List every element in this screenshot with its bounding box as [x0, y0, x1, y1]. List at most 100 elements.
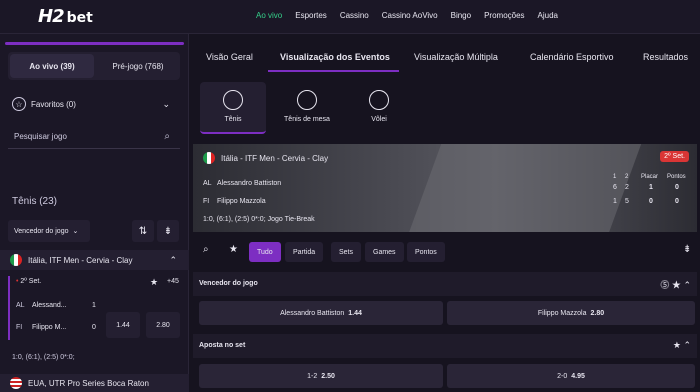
menu-ajuda[interactable]: Ajuda	[538, 11, 558, 20]
filter-games[interactable]: Games	[365, 242, 404, 262]
set-header: 1	[613, 174, 617, 180]
star-icon[interactable]: ★	[673, 340, 681, 350]
search-icon[interactable]: ⌕	[203, 244, 209, 255]
scoreboard-row: AL Alessandro Battiston	[203, 180, 281, 187]
scoreboard-title-text: Itália - ITF Men - Cervia - Clay	[221, 153, 329, 163]
logo-text-main: H2	[38, 6, 65, 27]
favorites-row[interactable]: ☆ Favoritos (0) ⌄	[8, 92, 180, 116]
league-header[interactable]: Itália, ITF Men - Cervia - Clay ⌃	[0, 250, 189, 270]
market-header[interactable]: Aposta no set ★ ⌃	[193, 334, 697, 358]
player-code: FI	[16, 324, 23, 331]
usa-flag-icon	[10, 377, 22, 389]
league-header[interactable]: EUA, UTR Pro Series Boca Raton	[0, 374, 189, 392]
tab-visao-geral[interactable]: Visão Geral	[206, 52, 253, 62]
set-badge: 2º Set.	[660, 151, 689, 162]
tab-visualizacao-multipla[interactable]: Visualização Múltipla	[414, 52, 498, 62]
set-score: 5	[625, 198, 629, 205]
event-status-text: 2º Set.	[20, 278, 42, 285]
odd-label: Filippo Mazzola	[537, 309, 587, 317]
filter-pontos[interactable]: Pontos	[407, 242, 445, 262]
odd-button[interactable]: 1-2 2.50	[199, 364, 443, 388]
favorite-star-icon[interactable]: ★	[150, 277, 158, 288]
view-tabs: Visão Geral Visualização dos Eventos Vis…	[190, 44, 700, 72]
collapse-icon[interactable]: ⇟	[683, 244, 691, 255]
market-select[interactable]: Vencedor do jogo ⌄	[8, 220, 90, 242]
menu-ao-vivo[interactable]: Ao vivo	[256, 11, 282, 20]
search-placeholder: Pesquisar jogo	[14, 132, 67, 141]
sport-table-tennis[interactable]: Tênis de mesa	[274, 82, 340, 134]
cashout-icon[interactable]: ⓹	[660, 280, 669, 290]
filter-tudo[interactable]: Tudo	[249, 242, 281, 262]
menu-esportes[interactable]: Esportes	[295, 11, 327, 20]
live-tab[interactable]: Ao vivo (39)	[10, 54, 94, 78]
filter-sets[interactable]: Sets	[331, 242, 362, 262]
italy-flag-icon	[10, 254, 22, 266]
player-code: AL	[203, 180, 212, 187]
set-score: 2	[625, 184, 629, 191]
menu-cassino-aovivo[interactable]: Cassino AoVivo	[382, 11, 438, 20]
odd-button-p2[interactable]: 2.80	[146, 312, 180, 338]
filter-partida[interactable]: Partida	[285, 242, 324, 262]
event-status: • 2º Set.	[16, 278, 42, 285]
player-score: 0	[92, 324, 96, 331]
market-filter-bar: ⌕ ★ Tudo Partida Sets Games Pontos ⇟	[193, 240, 697, 264]
tab-calendario[interactable]: Calendário Esportivo	[530, 52, 614, 62]
odd-button[interactable]: Filippo Mazzola 2.80	[447, 301, 695, 325]
live-prematch-toggle: Ao vivo (39) Pré-jogo (768)	[8, 52, 180, 80]
market-actions: ⓹ ★ ⌃	[660, 278, 691, 291]
collapse-icon[interactable]: ⇟	[157, 220, 179, 242]
chevron-up-icon[interactable]: ⌃	[169, 255, 177, 266]
sort-icon[interactable]: ⇅	[132, 220, 154, 242]
star-icon[interactable]: ★	[672, 280, 681, 290]
prematch-tab[interactable]: Pré-jogo (768)	[96, 52, 180, 80]
main-menu: Ao vivo Esportes Cassino Cassino AoVivo …	[256, 11, 571, 20]
odd-button[interactable]: Alessandro Battiston 1.44	[199, 301, 443, 325]
market-title: Aposta no set	[199, 342, 246, 349]
odd-button[interactable]: 2-0 4.95	[447, 364, 695, 388]
chevron-up-icon[interactable]: ⌃	[683, 340, 691, 350]
scoreboard-info: 1:0, (6:1), (2:5) 0*:0; Jogo Tie-Break	[203, 216, 315, 223]
star-icon[interactable]: ★	[229, 244, 238, 255]
event-scoreboard: Itália - ITF Men - Cervia - Clay 2º Set.…	[193, 144, 697, 232]
chevron-up-icon[interactable]: ⌃	[683, 280, 691, 290]
court-background	[397, 144, 649, 232]
scoreboard-row: FI Filippo Mazzola	[203, 198, 266, 205]
italy-flag-icon	[203, 152, 215, 164]
player-name: Filippo Mazzola	[217, 198, 266, 205]
tab-resultados[interactable]: Resultados	[643, 52, 688, 62]
menu-bingo[interactable]: Bingo	[451, 11, 471, 20]
market-header[interactable]: Vencedor do jogo ⓹ ★ ⌃	[193, 272, 697, 296]
brand-logo[interactable]: H2 bet	[38, 6, 93, 27]
top-navbar: H2 bet Ao vivo Esportes Cassino Cassino A…	[0, 0, 700, 34]
tennis-ball-icon	[223, 90, 243, 110]
chevron-down-icon[interactable]: ⌄	[162, 99, 170, 110]
player-code: AL	[16, 302, 25, 309]
search-icon[interactable]: ⌕	[164, 131, 170, 142]
odd-label: Alessandro Battiston	[280, 309, 345, 317]
more-markets-count[interactable]: +45	[167, 278, 179, 285]
odd-button-p1[interactable]: 1.44	[106, 312, 140, 338]
event-score-line: 1:0, (6:1), (2:5) 0*:0;	[12, 354, 75, 361]
market-actions: ★ ⌃	[673, 340, 691, 351]
event-card[interactable]: • 2º Set. ★ +45 AL Alessand... 1 FI Fili…	[8, 276, 184, 340]
player-name: Alessandro Battiston	[217, 180, 282, 187]
menu-cassino[interactable]: Cassino	[340, 11, 369, 20]
search-input[interactable]: Pesquisar jogo ⌕	[8, 125, 180, 149]
sport-title: Tênis (23)	[12, 196, 58, 207]
player-name: Alessand...	[32, 302, 67, 309]
sport-volleyball[interactable]: Vôlei	[346, 82, 412, 134]
player-row: FI Filippo M... 0	[16, 324, 106, 331]
player-row: AL Alessand... 1	[16, 302, 106, 309]
set-score: 6	[613, 184, 617, 191]
placar-header: Placar	[641, 174, 659, 180]
sport-tennis[interactable]: Tênis	[200, 82, 266, 134]
league-name: Itália, ITF Men - Cervia - Clay	[28, 255, 133, 265]
sport-label: Tênis	[224, 116, 242, 123]
tab-visualizacao-eventos[interactable]: Visualização dos Eventos	[280, 52, 390, 62]
menu-promocoes[interactable]: Promoções	[484, 11, 524, 20]
odd-label: 2-0	[557, 372, 568, 380]
odd-value: 2.80	[590, 309, 605, 317]
market-title: Vencedor do jogo	[199, 280, 258, 287]
sport-label: Tênis de mesa	[284, 116, 330, 123]
market-select-value: Vencedor do jogo	[14, 227, 69, 235]
